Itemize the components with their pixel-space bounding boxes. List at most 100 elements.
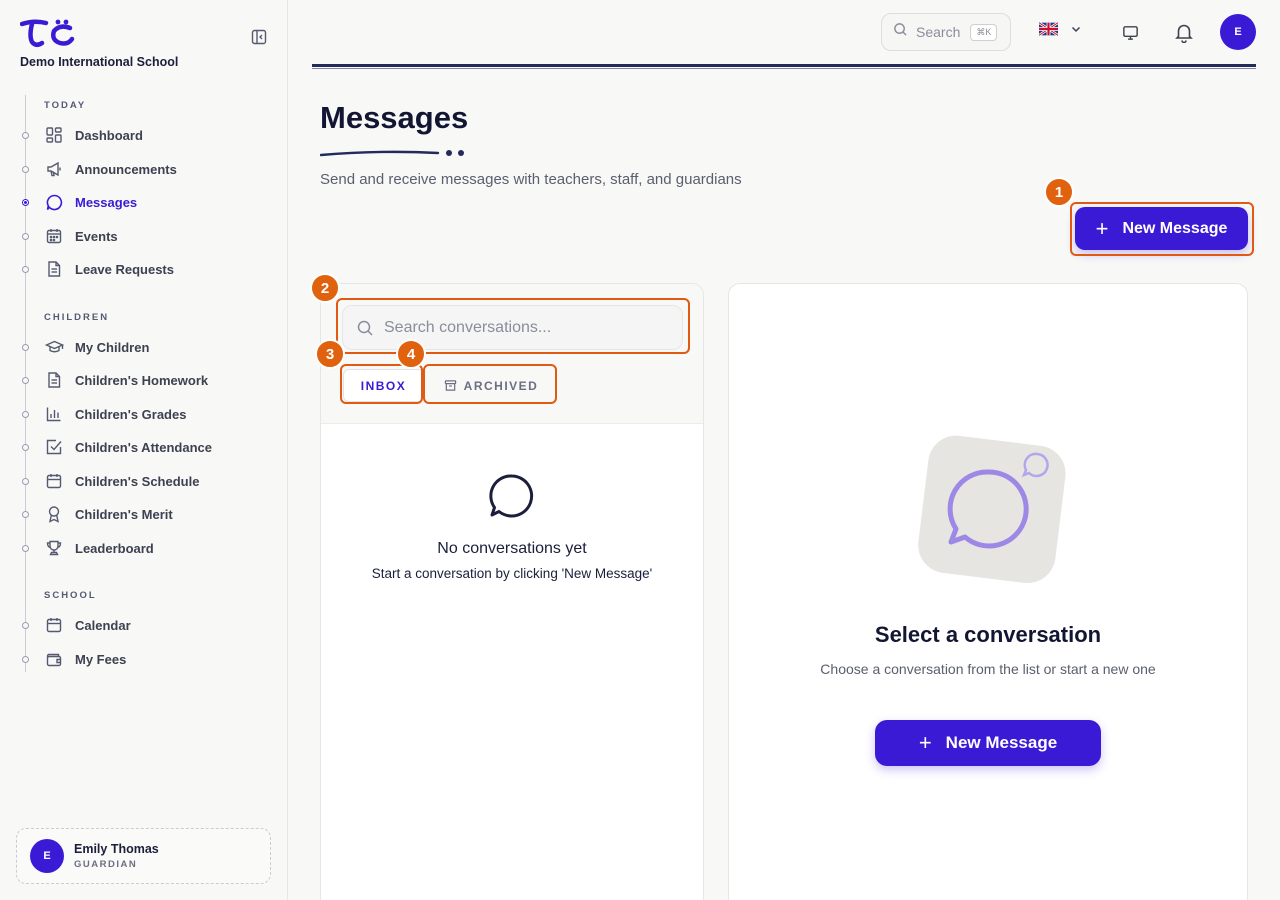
chat-bubble-icon — [44, 192, 64, 212]
nav-dot — [22, 266, 29, 273]
sidebar-item-my-fees[interactable]: My Fees — [44, 645, 274, 673]
plus-icon: + — [1095, 215, 1109, 241]
user-role: GUARDIAN — [74, 859, 138, 870]
user-profile-card[interactable]: E Emily Thomas GUARDIAN — [16, 828, 271, 884]
global-search-placeholder: Search — [916, 24, 961, 40]
sidebar-item-label: Children's Merit — [75, 506, 173, 522]
page-title: Messages — [320, 100, 469, 135]
dashboard-icon — [44, 125, 64, 145]
nav-dot — [22, 656, 29, 663]
sidebar-item-announcements[interactable]: Announcements — [44, 155, 274, 183]
header-divider-thin — [312, 68, 1256, 69]
sidebar-item-childrens-homework[interactable]: Children's Homework — [44, 366, 274, 394]
conversation-detail-panel: Select a conversation Choose a conversat… — [728, 283, 1248, 900]
sidebar-item-leave-requests[interactable]: Leave Requests — [44, 255, 274, 283]
annotation-badge-2: 2 — [310, 273, 340, 303]
page-subtitle: Send and receive messages with teachers,… — [320, 171, 742, 188]
sidebar-item-messages[interactable]: Messages — [44, 188, 274, 216]
nav-dot — [22, 166, 29, 173]
award-icon — [44, 504, 64, 524]
nav-dot — [22, 377, 29, 384]
sidebar-item-label: Events — [75, 228, 118, 244]
new-message-label: New Message — [945, 733, 1058, 752]
sidebar-item-label: Children's Attendance — [75, 439, 212, 455]
sidebar-item-childrens-grades[interactable]: Children's Grades — [44, 400, 274, 428]
search-shortcut-badge: ⌘K — [970, 23, 998, 41]
calendar-grid-icon — [44, 226, 64, 246]
monitor-icon[interactable] — [1118, 20, 1142, 44]
sidebar-item-childrens-attendance[interactable]: Children's Attendance — [44, 433, 274, 461]
empty-chat-bubble-icon — [489, 474, 534, 518]
nav-dot — [22, 411, 29, 418]
sidebar-item-events[interactable]: Events — [44, 222, 274, 250]
checkbox-icon — [44, 437, 64, 457]
sidebar-item-label: Dashboard — [75, 127, 143, 143]
nav-dot — [22, 344, 29, 351]
search-icon — [893, 22, 908, 42]
sidebar-item-label: Children's Schedule — [75, 473, 200, 489]
section-title-today: TODAY — [44, 100, 87, 111]
empty-state-subtitle: Start a conversation by clicking 'New Me… — [371, 566, 653, 581]
nav-dot-active — [22, 199, 29, 206]
select-conversation-subtitle: Choose a conversation from the list or s… — [820, 661, 1156, 677]
collapse-sidebar-icon[interactable] — [250, 28, 268, 46]
tab-inbox[interactable]: INBOX — [343, 369, 424, 402]
calendar-icon — [44, 615, 64, 635]
megaphone-icon — [44, 159, 64, 179]
sidebar-item-childrens-schedule[interactable]: Children's Schedule — [44, 467, 274, 495]
notification-bell-icon[interactable] — [1172, 20, 1196, 44]
conversation-search[interactable] — [342, 305, 683, 350]
sidebar-item-label: Children's Homework — [75, 372, 209, 388]
chat-illustration-icon — [918, 435, 1066, 584]
chevron-down-icon — [1070, 23, 1082, 35]
new-message-label: New Message — [1122, 219, 1228, 237]
sidebar-item-label: Calendar — [75, 617, 131, 633]
tab-archived-label: ARCHIVED — [463, 378, 539, 393]
trophy-icon — [44, 538, 64, 558]
sidebar-item-label: Leave Requests — [75, 261, 174, 277]
title-underline-decoration — [320, 150, 464, 157]
conversation-search-input[interactable] — [384, 318, 664, 337]
language-selector[interactable] — [1039, 22, 1082, 36]
nav-dot — [22, 233, 29, 240]
uk-flag-icon — [1039, 22, 1058, 36]
sidebar-item-label: Children's Grades — [75, 406, 187, 422]
sidebar-item-leaderboard[interactable]: Leaderboard — [44, 534, 274, 562]
global-search[interactable]: Search ⌘K — [881, 13, 1011, 51]
select-conversation-title: Select a conversation — [874, 622, 1102, 647]
graduation-cap-icon — [44, 337, 64, 357]
new-message-button[interactable]: + New Message — [1075, 207, 1248, 250]
school-logo — [20, 19, 75, 47]
tab-archived[interactable]: ARCHIVED — [426, 369, 556, 402]
sidebar-item-label: Announcements — [75, 161, 177, 177]
new-message-button-secondary[interactable]: + New Message — [875, 720, 1101, 766]
annotation-badge-1: 1 — [1044, 177, 1074, 207]
nav-dot — [22, 444, 29, 451]
archive-box-icon — [444, 379, 457, 392]
sidebar-item-label: Leaderboard — [75, 540, 154, 556]
sidebar-item-childrens-merit[interactable]: Children's Merit — [44, 500, 274, 528]
document-icon — [44, 370, 64, 390]
conversation-list-panel: INBOX ARCHIVED No conversations yet Star… — [320, 283, 704, 900]
document-icon — [44, 259, 64, 279]
user-name: Emily Thomas — [74, 842, 159, 856]
sidebar-item-label: Messages — [75, 194, 138, 210]
calendar-icon — [44, 471, 64, 491]
header-divider — [312, 64, 1256, 67]
search-icon — [356, 319, 374, 337]
sidebar-item-my-children[interactable]: My Children — [44, 333, 274, 361]
sidebar-item-dashboard[interactable]: Dashboard — [44, 121, 274, 149]
nav-dot — [22, 622, 29, 629]
user-avatar-button[interactable]: E — [1220, 14, 1256, 50]
sidebar-item-label: My Children — [75, 339, 150, 355]
annotation-badge-4: 4 — [396, 339, 426, 369]
sidebar: Demo International School TODAY Dashboar… — [0, 0, 288, 900]
nav-dot — [22, 132, 29, 139]
bar-chart-icon — [44, 404, 64, 424]
sidebar-item-label: My Fees — [75, 651, 127, 667]
sidebar-item-calendar[interactable]: Calendar — [44, 611, 274, 639]
avatar: E — [30, 839, 64, 873]
school-name: Demo International School — [20, 55, 179, 69]
section-title-children: CHILDREN — [44, 312, 110, 323]
empty-state-title: No conversations yet — [437, 540, 587, 557]
